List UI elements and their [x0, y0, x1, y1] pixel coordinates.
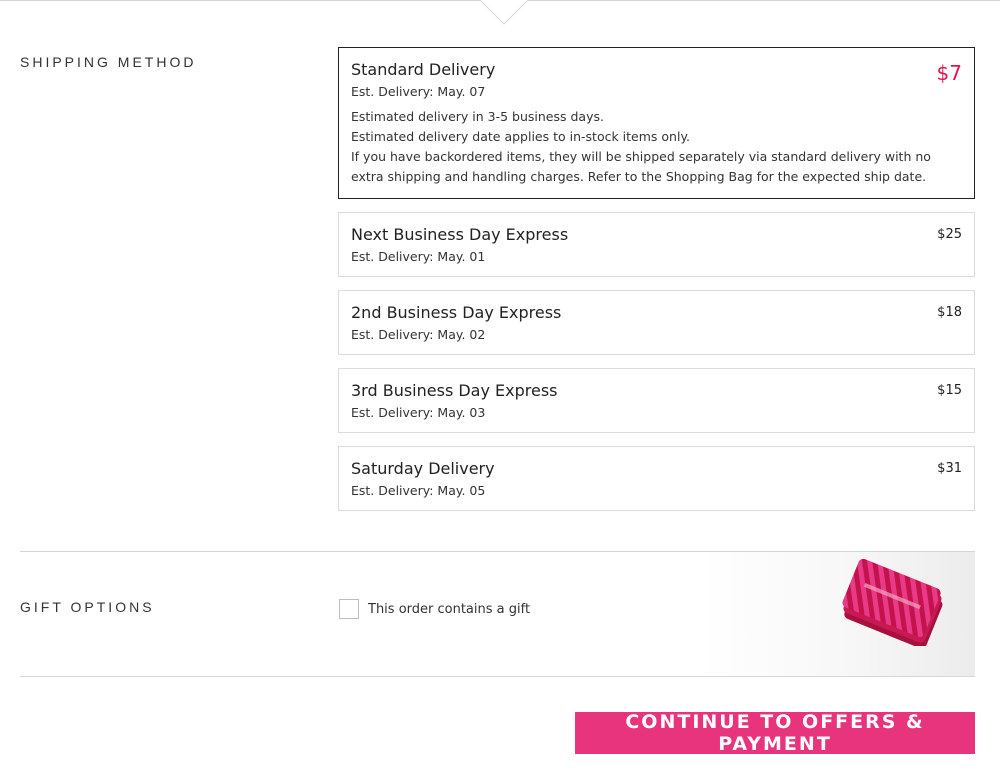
shipping-option-next-day[interactable]: Next Business Day Express $25 Est. Deliv…	[338, 212, 975, 277]
option-est-delivery: Est. Delivery: May. 01	[351, 249, 486, 264]
detail-line: extra shipping and handling charges. Ref…	[351, 169, 927, 184]
option-name: Next Business Day Express	[351, 225, 569, 244]
gift-checkbox-label: This order contains a gift	[368, 602, 531, 617]
continue-to-payment-button[interactable]: CONTINUE TO OFFERS & PAYMENT	[575, 711, 975, 755]
option-name: Standard Delivery	[351, 60, 496, 79]
option-price: $15	[937, 383, 962, 398]
option-price: $18	[937, 305, 962, 320]
option-price: $31	[937, 461, 962, 476]
shipping-option-saturday[interactable]: Saturday Delivery $31 Est. Delivery: May…	[338, 446, 975, 511]
section-divider	[20, 676, 975, 677]
option-est-delivery: Est. Delivery: May. 03	[351, 405, 486, 420]
option-est-delivery: Est. Delivery: May. 05	[351, 483, 486, 498]
detail-line: If you have backordered items, they will…	[351, 149, 931, 164]
shipping-method-heading: SHIPPING METHOD	[20, 54, 197, 70]
option-price: $25	[937, 227, 962, 242]
option-name: 2nd Business Day Express	[351, 303, 562, 322]
detail-line: Estimated delivery in 3-5 business days.	[351, 109, 604, 124]
gift-options-heading: GIFT OPTIONS	[20, 599, 155, 615]
gift-checkbox[interactable]	[339, 599, 359, 619]
shipping-option-3rd-day[interactable]: 3rd Business Day Express $15 Est. Delive…	[338, 368, 975, 433]
option-price: $7	[936, 61, 962, 85]
option-name: Saturday Delivery	[351, 459, 495, 478]
shipping-option-standard[interactable]: Standard Delivery $7 Est. Delivery: May.…	[338, 47, 975, 199]
detail-line: Estimated delivery date applies to in-st…	[351, 129, 691, 144]
shipping-options-list: Standard Delivery $7 Est. Delivery: May.…	[338, 47, 975, 524]
option-est-delivery: Est. Delivery: May. 02	[351, 327, 486, 342]
gift-card-stack-icon	[842, 558, 943, 646]
shipping-option-2nd-day[interactable]: 2nd Business Day Express $18 Est. Delive…	[338, 290, 975, 355]
option-name: 3rd Business Day Express	[351, 381, 558, 400]
option-est-delivery: Est. Delivery: May. 07	[351, 84, 486, 99]
section-pointer-notch	[480, 0, 528, 25]
option-details: Estimated delivery in 3-5 business days.…	[351, 107, 962, 187]
